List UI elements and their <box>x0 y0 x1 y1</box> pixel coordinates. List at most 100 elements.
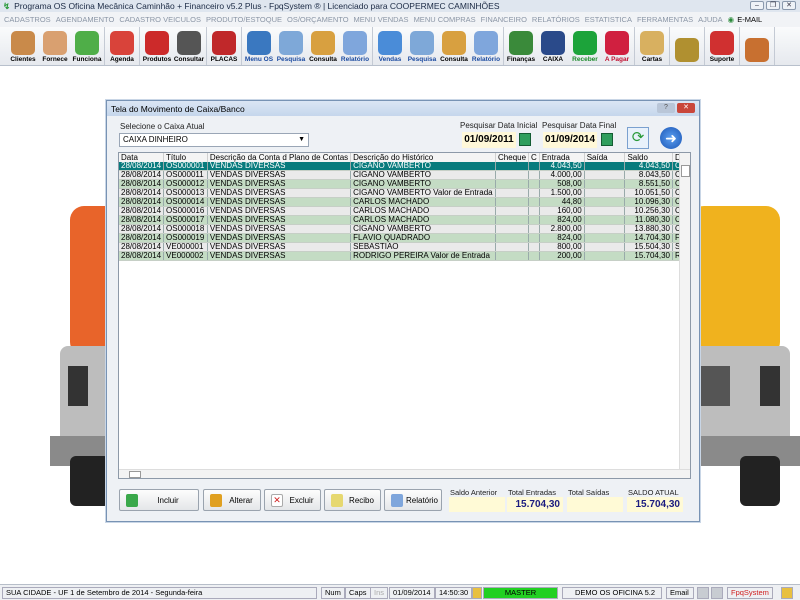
column-header[interactable]: Data <box>119 153 165 162</box>
table-row[interactable]: 28/08/2014 OS000001 VENDAS DIVERSAS CIGANO … <box>119 162 690 172</box>
vertical-scrollbar[interactable] <box>679 153 690 478</box>
table-row[interactable]: 28/08/2014 OS000018 VENDAS DIVERSAS CIGANO … <box>119 224 690 235</box>
table-row[interactable]: 28/08/2014 OS000011 VENDAS DIVERSAS CIGANO … <box>119 170 690 181</box>
drawer-icon <box>311 31 335 55</box>
close-button[interactable]: ✕ <box>782 1 796 10</box>
toolbar-button-consultar[interactable]: Consultar <box>173 27 205 65</box>
toolbar-button-vendas[interactable]: Vendas <box>374 27 406 65</box>
menu-item[interactable]: MENU VENDAS <box>354 15 409 24</box>
menu-item[interactable]: FINANCEIRO <box>481 15 527 24</box>
table-row[interactable]: 28/08/2014 VE000002 VENDAS DIVERSAS RODRIGO… <box>119 251 690 262</box>
table-cell: OS000001 <box>163 162 208 172</box>
grid-header: Data Título Descrição da Conta d Plano de … <box>119 153 690 162</box>
dialog-close-button[interactable]: ✕ <box>677 103 695 113</box>
incluir-button[interactable]: Incluir <box>119 489 199 511</box>
menu-item[interactable]: AGENDAMENTO <box>56 15 115 24</box>
toolbar-label: Menu OS <box>244 56 274 63</box>
toolbar-button-caixa[interactable]: CAIXA <box>537 27 569 65</box>
menu-item[interactable]: MENU COMPRAS <box>414 15 476 24</box>
table-cell <box>495 224 530 235</box>
table-cell: 508,00 <box>539 179 585 190</box>
toolbar-button-exit-icon[interactable] <box>741 27 773 65</box>
table-cell: 200,00 <box>539 251 585 262</box>
menu-item[interactable]: FERRAMENTAS <box>637 15 693 24</box>
date-start-input[interactable]: 01/09/2011 <box>462 132 516 148</box>
table-cell: FLÁVIO QUADRADO <box>350 233 497 244</box>
column-header[interactable]: C <box>528 153 540 162</box>
status-date: 01/09/2014 <box>389 587 435 599</box>
menu-item[interactable]: OS/ORÇAMENTO <box>287 15 349 24</box>
toolbar-button-receber[interactable]: Receber <box>569 27 601 65</box>
menu-item[interactable]: AJUDA <box>698 15 723 24</box>
toolbar-button-a-pagar[interactable]: A Pagar <box>601 27 633 65</box>
calendar-icon[interactable] <box>519 133 531 146</box>
column-header[interactable]: Descrição da Conta d Plano de Contas <box>207 153 352 162</box>
toolbar-button-relat-rio[interactable]: Relatório <box>470 27 502 65</box>
horizontal-scrollbar[interactable] <box>119 469 690 478</box>
toolbar-button-menu-os[interactable]: Menu OS <box>243 27 275 65</box>
scroll-icon <box>640 31 664 55</box>
table-cell: 28/08/2014 <box>119 206 165 217</box>
calculator-icon[interactable] <box>711 587 723 599</box>
table-row[interactable]: 28/08/2014 OS000012 VENDAS DIVERSAS CIGANO … <box>119 179 690 190</box>
help-button[interactable]: ? <box>657 103 675 113</box>
table-row[interactable]: 28/08/2014 OS000013 VENDAS DIVERSAS CIGANO … <box>119 188 690 199</box>
chevron-down-icon: ▼ <box>298 136 305 143</box>
toolbar-button-pesquisa[interactable]: Pesquisa <box>406 27 438 65</box>
toolbar-label: Consulta <box>440 56 468 63</box>
printer-icon <box>474 31 498 55</box>
menu-item[interactable]: CADASTROS <box>4 15 51 24</box>
menu-item-email[interactable]: ◉ E-MAIL <box>728 15 763 24</box>
table-row[interactable]: 28/08/2014 OS000017 VENDAS DIVERSAS CARLOS … <box>119 215 690 226</box>
alterar-button[interactable]: Alterar <box>203 489 261 511</box>
menu-item[interactable]: PRODUTO/ESTOQUE <box>206 15 282 24</box>
relatorio-button[interactable]: Relatório <box>384 489 442 511</box>
column-header[interactable]: Entrada <box>539 153 585 162</box>
refresh-button[interactable]: ⟳ <box>627 127 649 149</box>
menu-item[interactable]: ESTATISTICA <box>585 15 632 24</box>
date-end-input[interactable]: 01/09/2014 <box>543 132 597 148</box>
table-row[interactable]: 28/08/2014 OS000019 VENDAS DIVERSAS FLÁVIO … <box>119 233 690 244</box>
menu-item[interactable]: CADASTRO VEICULOS <box>119 15 201 24</box>
table-row[interactable]: 28/08/2014 OS000016 VENDAS DIVERSAS CARLOS … <box>119 206 690 217</box>
printer-icon[interactable] <box>697 587 709 599</box>
table-cell: VE000002 <box>163 251 208 262</box>
column-header[interactable]: Saída <box>584 153 626 162</box>
toolbar-button-consulta[interactable]: Consulta <box>438 27 470 65</box>
table-row[interactable]: 28/08/2014 VE000001 VENDAS DIVERSAS SEBASTI… <box>119 242 690 253</box>
table-row[interactable]: 28/08/2014 OS000014 VENDAS DIVERSAS CARLOS … <box>119 197 690 208</box>
truck-icon <box>212 31 236 55</box>
toolbar-button-agenda[interactable]: Agenda <box>106 27 138 65</box>
toolbar-button-clientes[interactable]: Clientes <box>7 27 39 65</box>
toolbar-button-cartas[interactable]: Cartas <box>636 27 668 65</box>
toolbar-button-finan-as[interactable]: Finanças <box>505 27 537 65</box>
toolbar-button-consulta[interactable]: Consulta <box>307 27 339 65</box>
recibo-button[interactable]: Recibo <box>324 489 381 511</box>
toolbar-button-pesquisa[interactable]: Pesquisa <box>275 27 307 65</box>
calendar-icon[interactable] <box>601 133 613 146</box>
toolbar-button-coins-icon[interactable] <box>671 27 703 65</box>
toolbar-button-funciona[interactable]: Funciona <box>71 27 103 65</box>
toolbar-button-placas[interactable]: PLACAS <box>208 27 240 65</box>
table-cell <box>495 188 530 199</box>
restore-button[interactable]: ❐ <box>766 1 780 10</box>
saldo-anterior-label: Saldo Anterior <box>450 488 498 497</box>
caixa-select[interactable]: CAIXA DINHEIRO ▼ <box>119 133 309 147</box>
search-go-button[interactable]: ➜ <box>660 127 682 149</box>
table-cell: CARLOS MACHADO <box>350 206 497 217</box>
table-cell: 15.704,30 <box>624 251 673 262</box>
toolbar-button-fornece[interactable]: Fornece <box>39 27 71 65</box>
toolbar-button-produtos[interactable]: Produtos <box>141 27 173 65</box>
excluir-button[interactable]: ✕ Excluir <box>264 489 321 511</box>
column-header[interactable]: Título <box>163 153 208 162</box>
minimize-button[interactable]: – <box>750 1 764 10</box>
column-header[interactable]: Saldo <box>624 153 673 162</box>
toolbar-button-suporte[interactable]: Suporte <box>706 27 738 65</box>
toolbar-group: Finanças CAIXA Receber A Pagar <box>504 27 635 65</box>
column-header[interactable]: Descrição do Histórico <box>350 153 497 162</box>
toolbar-button-relat-rio[interactable]: Relatório <box>339 27 371 65</box>
column-header[interactable]: Cheque <box>495 153 530 162</box>
table-cell: OS000016 <box>163 206 208 217</box>
menu-item[interactable]: RELATÓRIOS <box>532 15 580 24</box>
status-email[interactable]: Email <box>666 587 694 599</box>
